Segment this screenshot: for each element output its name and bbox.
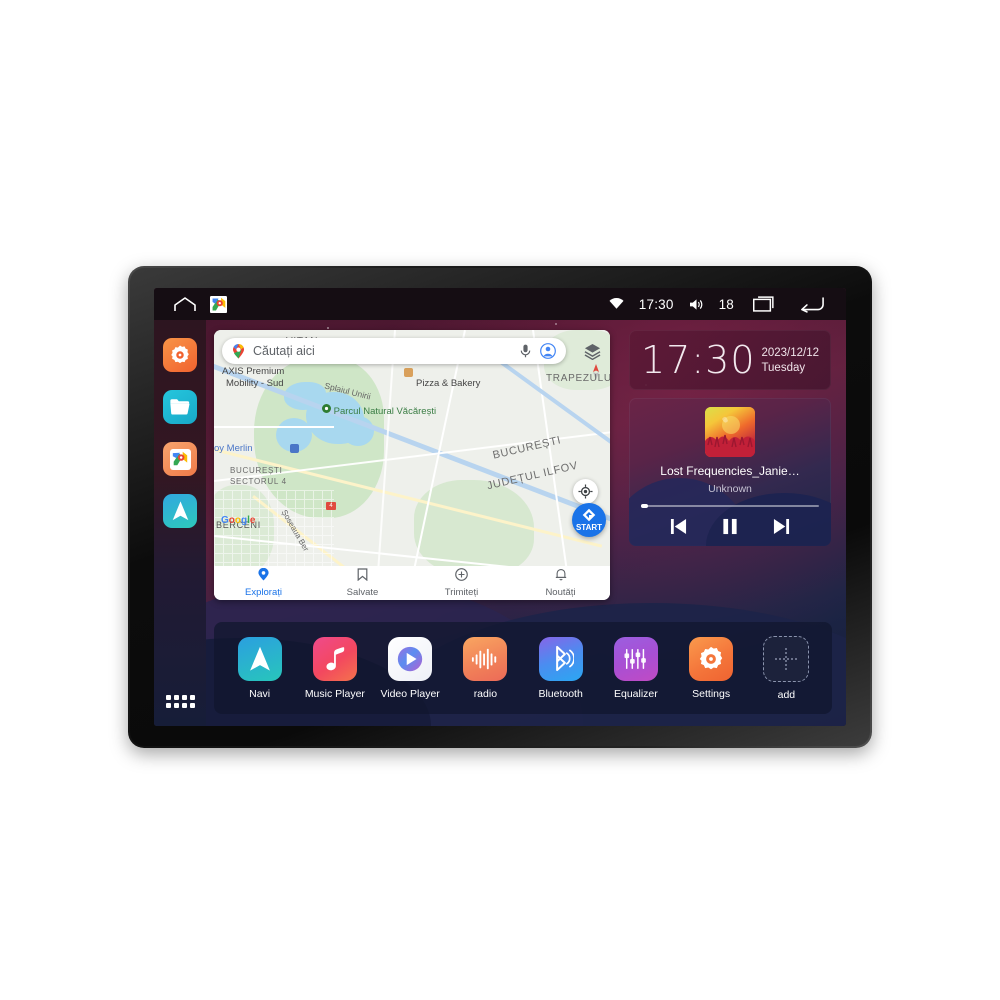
map-label: oy Merlin [214, 443, 253, 454]
map-label: Pizza & Bakery [416, 378, 481, 389]
wifi-icon [609, 298, 624, 310]
map-label: AXIS Premium [222, 366, 285, 377]
song-title: Lost Frequencies_Janie… [660, 464, 800, 478]
start-navigation-button[interactable]: START [572, 503, 606, 537]
car-head-unit-device: 17:30 18 4 AXIS Premium Mobility - Sud S… [128, 266, 872, 748]
park-pin-icon [322, 404, 331, 419]
dock-app-video-player[interactable]: Video Player [379, 636, 441, 700]
map-surface[interactable]: 4 VITAN AXIS Premium Mobility - Sud Spla… [214, 330, 610, 566]
map-label: BUCUREȘTI [230, 466, 283, 475]
map-nav-updates[interactable]: Noutăți [511, 568, 610, 598]
volume-level: 18 [718, 296, 734, 312]
recents-icon[interactable] [753, 296, 777, 312]
dock-app-add[interactable]: add [755, 635, 817, 701]
poi-marker[interactable] [404, 368, 413, 377]
album-art [705, 407, 755, 457]
map-nav-contribute[interactable]: Trimiteți [412, 568, 511, 598]
pause-button[interactable] [719, 516, 741, 536]
explore-pin-icon [258, 567, 269, 586]
dock-app-equalizer[interactable]: Equalizer [605, 636, 667, 700]
dock-app-label: Video Player [380, 687, 440, 700]
map-nav-explore[interactable]: Explorați [214, 567, 313, 598]
navigation-arrow-icon[interactable] [237, 636, 282, 681]
dock-app-navi[interactable]: Navi [229, 636, 291, 700]
song-artist: Unknown [708, 483, 752, 495]
bell-icon [555, 568, 567, 586]
dock-app-label: radio [473, 687, 498, 700]
map-label: SECTORUL 4 [230, 477, 287, 486]
map-nav-label: Explorați [245, 587, 282, 598]
bluetooth-icon[interactable] [538, 636, 583, 681]
bookmark-icon [357, 568, 368, 586]
dock-app-bluetooth[interactable]: Bluetooth [530, 636, 592, 700]
map-nav-label: Trimiteți [444, 587, 479, 598]
dock-app-label: Music Player [304, 687, 365, 700]
radio-waveform-icon[interactable] [463, 636, 508, 681]
dock-app-label: Bluetooth [538, 687, 583, 700]
maps-pin-icon [232, 343, 245, 359]
volume-icon [689, 298, 704, 311]
layers-icon[interactable] [580, 339, 604, 363]
map-poi-label[interactable]: Parcul Natural Văcărești [322, 404, 436, 419]
next-track-button[interactable] [770, 516, 792, 536]
clock-weekday: Tuesday [761, 361, 806, 374]
dock-app-radio[interactable]: radio [454, 636, 516, 700]
poi-marker[interactable] [290, 444, 299, 453]
map-label: TRAPEZULUI [546, 373, 610, 384]
playback-progress-bar[interactable] [641, 504, 819, 508]
microphone-icon[interactable] [520, 344, 531, 358]
app-dock: Navi Music Player Video Player radio Blu… [214, 622, 832, 714]
back-arrow-icon[interactable] [800, 296, 824, 313]
dock-app-label: add [777, 688, 796, 701]
highway-shield: 4 [326, 502, 336, 510]
equalizer-sliders-icon[interactable] [613, 636, 658, 681]
play-circle-icon[interactable] [388, 636, 433, 681]
device-screen: 17:30 18 4 AXIS Premium Mobility - Sud S… [154, 288, 846, 726]
search-input[interactable]: Căutați aici [253, 344, 520, 358]
google-maps-card[interactable]: 4 VITAN AXIS Premium Mobility - Sud Spla… [214, 330, 610, 600]
navigate-diamond-icon [582, 508, 596, 522]
music-widget[interactable]: Lost Frequencies_Janie… Unknown [629, 398, 831, 546]
sidebar-item-google-maps[interactable] [163, 442, 197, 476]
home-icon[interactable] [174, 296, 196, 312]
plus-icon[interactable] [763, 635, 810, 682]
start-button-label: START [575, 523, 603, 532]
google-maps-icon[interactable] [210, 295, 227, 313]
contribute-plus-icon [455, 568, 468, 586]
clock-date: 2023/12/12 [761, 346, 819, 359]
clock-time: 17:30 [641, 338, 756, 382]
map-bottom-nav: Explorați Salvate Trimiteți Noutăți [214, 566, 610, 600]
map-label: Mobility - Sud [226, 378, 284, 389]
my-location-icon[interactable] [573, 479, 598, 504]
account-circle-icon[interactable] [540, 343, 556, 359]
left-sidebar [154, 320, 206, 726]
status-bar: 17:30 18 [154, 288, 846, 320]
dock-app-label: Equalizer [613, 687, 658, 700]
previous-track-button[interactable] [668, 516, 690, 536]
map-nav-label: Salvate [346, 587, 379, 598]
dock-app-settings[interactable]: Settings [680, 636, 742, 700]
google-attribution: Google [221, 515, 256, 526]
gear-icon[interactable] [689, 636, 734, 681]
dock-app-label: Navi [249, 687, 271, 700]
sidebar-item-file-manager[interactable] [163, 390, 197, 424]
status-time: 17:30 [638, 296, 674, 312]
search-bar[interactable]: Căutați aici [222, 338, 566, 364]
dock-app-music-player[interactable]: Music Player [304, 636, 366, 700]
sidebar-item-navi[interactable] [163, 494, 197, 528]
app-drawer-icon[interactable] [165, 695, 195, 708]
map-nav-saved[interactable]: Salvate [313, 568, 412, 598]
dock-app-label: Settings [692, 687, 731, 700]
sidebar-item-settings[interactable] [163, 338, 197, 372]
clock-widget[interactable]: 17:30 2023/12/12 Tuesday [629, 330, 831, 390]
music-note-icon[interactable] [312, 636, 357, 681]
map-nav-label: Noutăți [545, 587, 576, 598]
